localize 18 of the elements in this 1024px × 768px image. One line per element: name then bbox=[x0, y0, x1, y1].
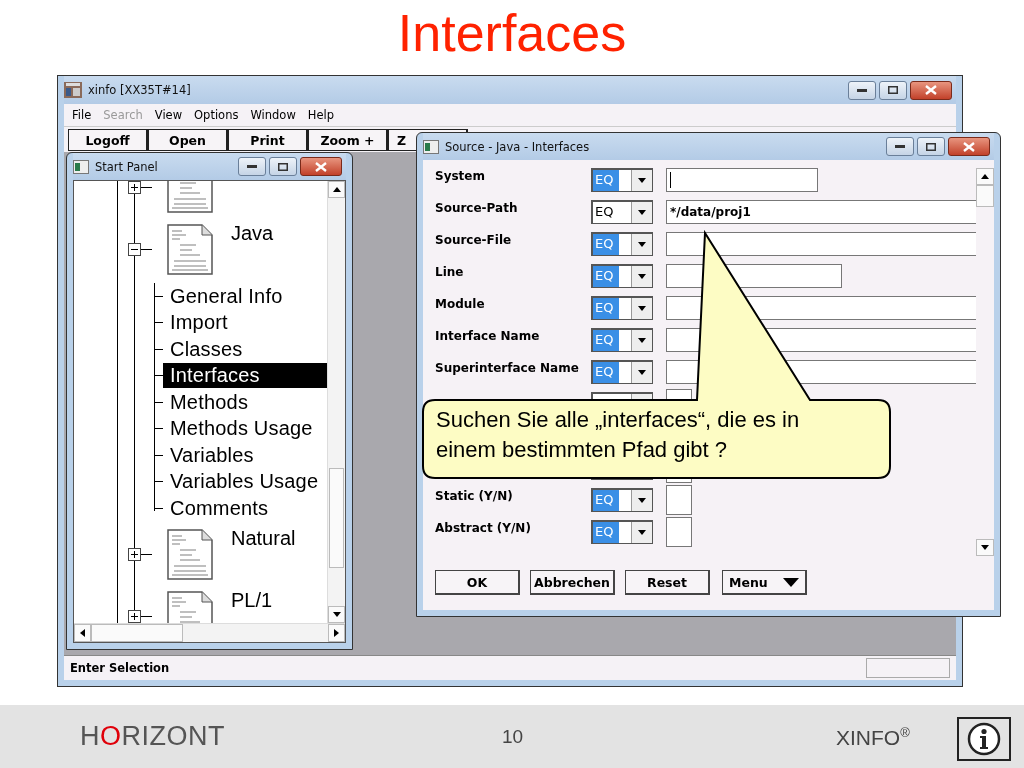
field-label: System bbox=[435, 168, 486, 183]
window-title: Source - Java - Interfaces bbox=[445, 139, 590, 154]
product-name: XINFO$^{®}$ bbox=[836, 725, 910, 750]
callout-text: Suchen Sie alle „interfaces“, die es in einem bestimmten Pfad gibt ? bbox=[436, 406, 801, 464]
field-label: Superinterface Name bbox=[435, 360, 580, 375]
field-label: Source-Path bbox=[435, 200, 519, 215]
field-label: Interface Name bbox=[435, 328, 541, 343]
status-text: Enter Selection bbox=[70, 661, 170, 675]
field-label: Source-File bbox=[435, 232, 513, 247]
company-logo: HORIZONT bbox=[80, 721, 225, 752]
field-label: Static (Y/N) bbox=[435, 488, 514, 503]
field-label: Module bbox=[435, 296, 486, 311]
field-label: Abstract (Y/N) bbox=[435, 520, 532, 535]
page-number: 10 bbox=[502, 725, 524, 748]
window-title: xinfo [XX35T#14] bbox=[88, 83, 191, 97]
window-title: Start Panel bbox=[95, 159, 158, 174]
field-label: Line bbox=[435, 264, 465, 279]
slide-title: Interfaces bbox=[396, 3, 628, 64]
